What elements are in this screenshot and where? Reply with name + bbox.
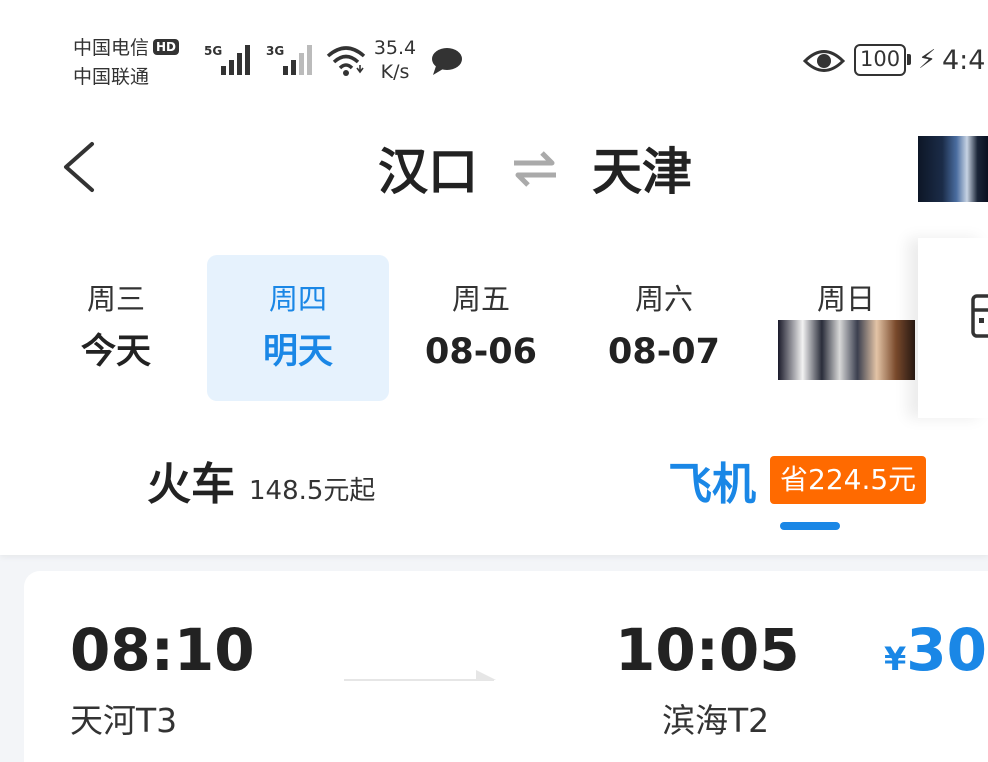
destination-city: 天津 xyxy=(592,143,692,201)
departure-time: 08:10 xyxy=(70,616,255,684)
date-weekday: 周日 xyxy=(816,282,875,316)
active-tab-indicator xyxy=(780,522,840,530)
date-value: 08-07 xyxy=(608,332,720,372)
price-value: 300 xyxy=(906,616,988,684)
flight-price: ¥300 xyxy=(884,614,988,701)
date-item[interactable]: 周三 今天 xyxy=(25,255,207,401)
calendar-icon[interactable] xyxy=(970,292,988,340)
tab-train[interactable]: 火车 148.5元起 xyxy=(147,448,375,512)
floating-video-thumbnail[interactable] xyxy=(918,136,988,202)
wifi-icon xyxy=(326,46,366,76)
date-weekday: 周五 xyxy=(451,282,510,316)
hd-badge: HD xyxy=(153,39,180,55)
overlay-image-thumbnail xyxy=(778,320,915,380)
train-price-from: 148.5元起 xyxy=(249,476,376,506)
speed-unit: K/s xyxy=(380,61,410,83)
speed-value: 35.4 xyxy=(373,37,417,59)
status-time: 4:4 xyxy=(942,45,986,76)
date-item[interactable]: 周六 08-07 xyxy=(573,255,755,401)
route-title: 汉口 天津 xyxy=(378,138,692,201)
plane-tab-label: 飞机 xyxy=(668,459,756,510)
network-speed: 35.4 K/s xyxy=(371,36,419,84)
currency-symbol: ¥ xyxy=(884,640,907,678)
origin-city: 汉口 xyxy=(378,143,478,201)
date-value: 今天 xyxy=(80,332,151,372)
carrier2-label: 中国联通 xyxy=(73,66,150,88)
savings-badge: 省224.5元 xyxy=(770,456,927,504)
flight-direction-arrow-icon xyxy=(344,670,496,681)
carrier-info: 中国电信 HD 中国联通 xyxy=(73,34,180,92)
date-item[interactable]: 周五 08-06 xyxy=(390,255,572,401)
message-icon xyxy=(432,48,462,75)
eye-icon xyxy=(803,50,845,72)
arrival-time: 10:05 xyxy=(615,616,800,684)
date-value: 明天 xyxy=(262,332,333,372)
arrival-airport: 滨海T2 xyxy=(662,701,770,740)
carrier1-label: 中国电信 xyxy=(73,37,150,59)
charging-bolt-icon: ⚡ xyxy=(918,45,937,75)
back-chevron-icon[interactable] xyxy=(58,140,98,194)
departure-airport: 天河T3 xyxy=(70,701,178,740)
date-value: 08-06 xyxy=(425,332,537,372)
battery-icon: 100 xyxy=(854,44,912,76)
date-weekday: 周三 xyxy=(86,282,145,316)
date-weekday: 周六 xyxy=(634,282,693,316)
tab-plane[interactable]: 飞机 省224.5元 xyxy=(668,448,927,512)
date-weekday: 周四 xyxy=(268,282,327,316)
train-tab-label: 火车 xyxy=(147,459,235,510)
swap-arrows-icon[interactable] xyxy=(512,148,558,188)
date-item-selected[interactable]: 周四 明天 xyxy=(207,255,389,401)
